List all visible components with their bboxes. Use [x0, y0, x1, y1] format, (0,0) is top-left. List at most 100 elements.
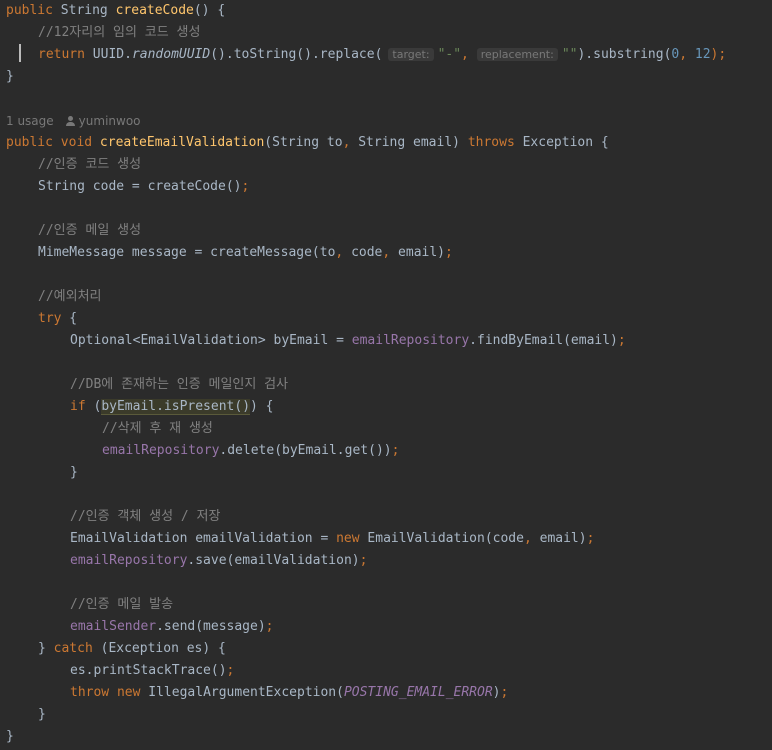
code-line-throw[interactable]: throw new IllegalArgumentException(POSTI… [70, 682, 508, 704]
semicolon: ; [226, 663, 235, 678]
closing-brace: } [70, 465, 78, 480]
string-empty: "" [561, 47, 578, 62]
keyword-if: if [70, 399, 86, 414]
keyword-public: public [6, 3, 53, 18]
replace-call: ().toString().replace( [210, 47, 383, 62]
exception-type: Exception { [514, 135, 609, 150]
code-line-string-code[interactable]: String code = createCode(); [38, 176, 249, 198]
email-validation-declaration: EmailValidation emailValidation = [70, 531, 337, 546]
keyword-throw: throw [70, 685, 110, 700]
optional-declaration: Optional<EmailValidation> byEmail = [70, 333, 352, 348]
code-line-comment-auth-mail[interactable]: //인증 메일 생성 [38, 220, 141, 242]
method-name-create-code: createCode [115, 3, 194, 18]
arg-email: email) [539, 531, 587, 546]
param-hint-replacement: replacement: [476, 48, 558, 61]
save-call: .save(emailValidation) [187, 553, 360, 568]
code-line-catch[interactable]: } catch (Exception es) { [38, 638, 226, 660]
code-line-try[interactable]: try { [38, 308, 77, 330]
uuid-class: UUID. [84, 47, 132, 62]
code-line-comment-delete-recreate[interactable]: //삭제 후 재 생성 [102, 418, 213, 440]
comma: , [679, 47, 695, 62]
return-type: String [52, 3, 116, 18]
code-line-send[interactable]: emailSender.send(message); [70, 616, 274, 638]
constructor-call: EmailValidation(code [359, 531, 524, 546]
keyword-return: return [38, 47, 85, 62]
arg-email: email) [398, 245, 446, 260]
param-to: (String to [264, 135, 343, 150]
code-line-create-code-signature[interactable]: public String createCode() { [6, 0, 225, 22]
code-comment: //인증 메일 발송 [70, 597, 174, 612]
code-line-catch-close[interactable]: } [38, 704, 46, 726]
code-vision-meta[interactable]: 1 usage yuminwoo [6, 110, 141, 132]
usage-count[interactable]: 1 usage [6, 114, 54, 128]
semicolon: ; [391, 443, 400, 458]
code-line-comment-send-mail[interactable]: //인증 메일 발송 [70, 594, 173, 616]
constant-posting-email-error: POSTING_EMAIL_ERROR [343, 685, 493, 700]
comma: , [335, 245, 352, 260]
field-email-repository: emailRepository [102, 443, 220, 458]
text-caret [19, 44, 21, 62]
find-by-email-call: .findByEmail(email) [469, 333, 618, 348]
comma: , [342, 135, 359, 150]
substring-call: ).substring( [577, 47, 672, 62]
code-assignment: String code = createCode() [38, 179, 242, 194]
code-line-delete[interactable]: emailRepository.delete(byEmail.get()); [102, 440, 399, 462]
code-line-mime-message[interactable]: MimeMessage message = createMessage(to, … [38, 242, 453, 264]
keyword-throws: throws [467, 135, 515, 150]
code-line-comment-create-save[interactable]: //인증 객체 생성 / 저장 [70, 506, 220, 528]
code-comment: //인증 메일 생성 [38, 223, 142, 238]
keyword-try: try [38, 311, 62, 326]
code-comment: //12자리의 임의 코드 생성 [38, 25, 201, 40]
author-info[interactable]: yuminwoo [65, 114, 141, 128]
arg-code: code [351, 245, 383, 260]
code-comment: //예외처리 [38, 289, 102, 304]
code-line-save[interactable]: emailRepository.save(emailValidation); [70, 550, 367, 572]
open-paren: ( [85, 399, 102, 414]
method-name-create-email-validation: createEmailValidation [99, 135, 265, 150]
code-line-new-email-validation[interactable]: EmailValidation emailValidation = new Em… [70, 528, 594, 550]
comma: , [382, 245, 399, 260]
code-line-create-email-validation[interactable]: public void createEmailValidation(String… [6, 132, 609, 154]
code-line-comment-auth-code[interactable]: //인증 코드 생성 [38, 154, 141, 176]
string-dash: "-" [437, 47, 462, 62]
semicolon: ; [445, 245, 453, 260]
method-params: () { [193, 3, 226, 18]
code-editor[interactable]: public String createCode() { //12자리의 임의 … [0, 0, 772, 750]
closing-brace: } [6, 69, 14, 84]
code-line-if-present[interactable]: if (byEmail.isPresent()) { [70, 396, 274, 418]
comma: , [523, 531, 540, 546]
param-hint-target: target: [388, 48, 434, 61]
code-line-method-close[interactable]: } [6, 726, 14, 748]
closing-brace: } [38, 641, 54, 656]
code-line-return-uuid[interactable]: return UUID.randomUUID().toString().repl… [38, 44, 726, 66]
number-twelve: 12 [694, 47, 711, 62]
keyword-new: new [116, 685, 141, 700]
keyword-public-void: public void [6, 135, 93, 150]
field-email-repository: emailRepository [351, 333, 470, 348]
semicolon: ; [265, 619, 274, 634]
semicolon: ; [586, 531, 595, 546]
code-line-comment-exception[interactable]: //예외처리 [38, 286, 102, 308]
comma: , [461, 47, 477, 62]
code-line-close-brace[interactable]: } [6, 66, 14, 88]
open-brace: { [61, 311, 78, 326]
code-line-comment-db-check[interactable]: //DB에 존재하는 인증 메일인지 검사 [70, 374, 288, 396]
code-comment: //인증 객체 생성 / 저장 [70, 509, 221, 524]
keyword-new: new [336, 531, 360, 546]
field-email-sender: emailSender [70, 619, 157, 634]
exception-constructor: IllegalArgumentException( [140, 685, 344, 700]
person-icon [65, 116, 75, 126]
is-present-call: byEmail.isPresent() [101, 399, 251, 415]
catch-params: (Exception es) { [92, 641, 226, 656]
send-call: .send(message) [156, 619, 266, 634]
field-email-repository: emailRepository [70, 553, 188, 568]
semicolon: ; [359, 553, 368, 568]
code-line-print-stack-trace[interactable]: es.printStackTrace(); [70, 660, 234, 682]
param-email: String email) [358, 135, 468, 150]
code-line-if-close[interactable]: } [70, 462, 78, 484]
code-comment: //삭제 후 재 생성 [102, 421, 213, 436]
code-comment: //DB에 존재하는 인증 메일인지 검사 [70, 377, 289, 392]
code-line-optional-by-email[interactable]: Optional<EmailValidation> byEmail = emai… [70, 330, 626, 352]
code-line-comment-12-digit[interactable]: //12자리의 임의 코드 생성 [38, 22, 200, 44]
